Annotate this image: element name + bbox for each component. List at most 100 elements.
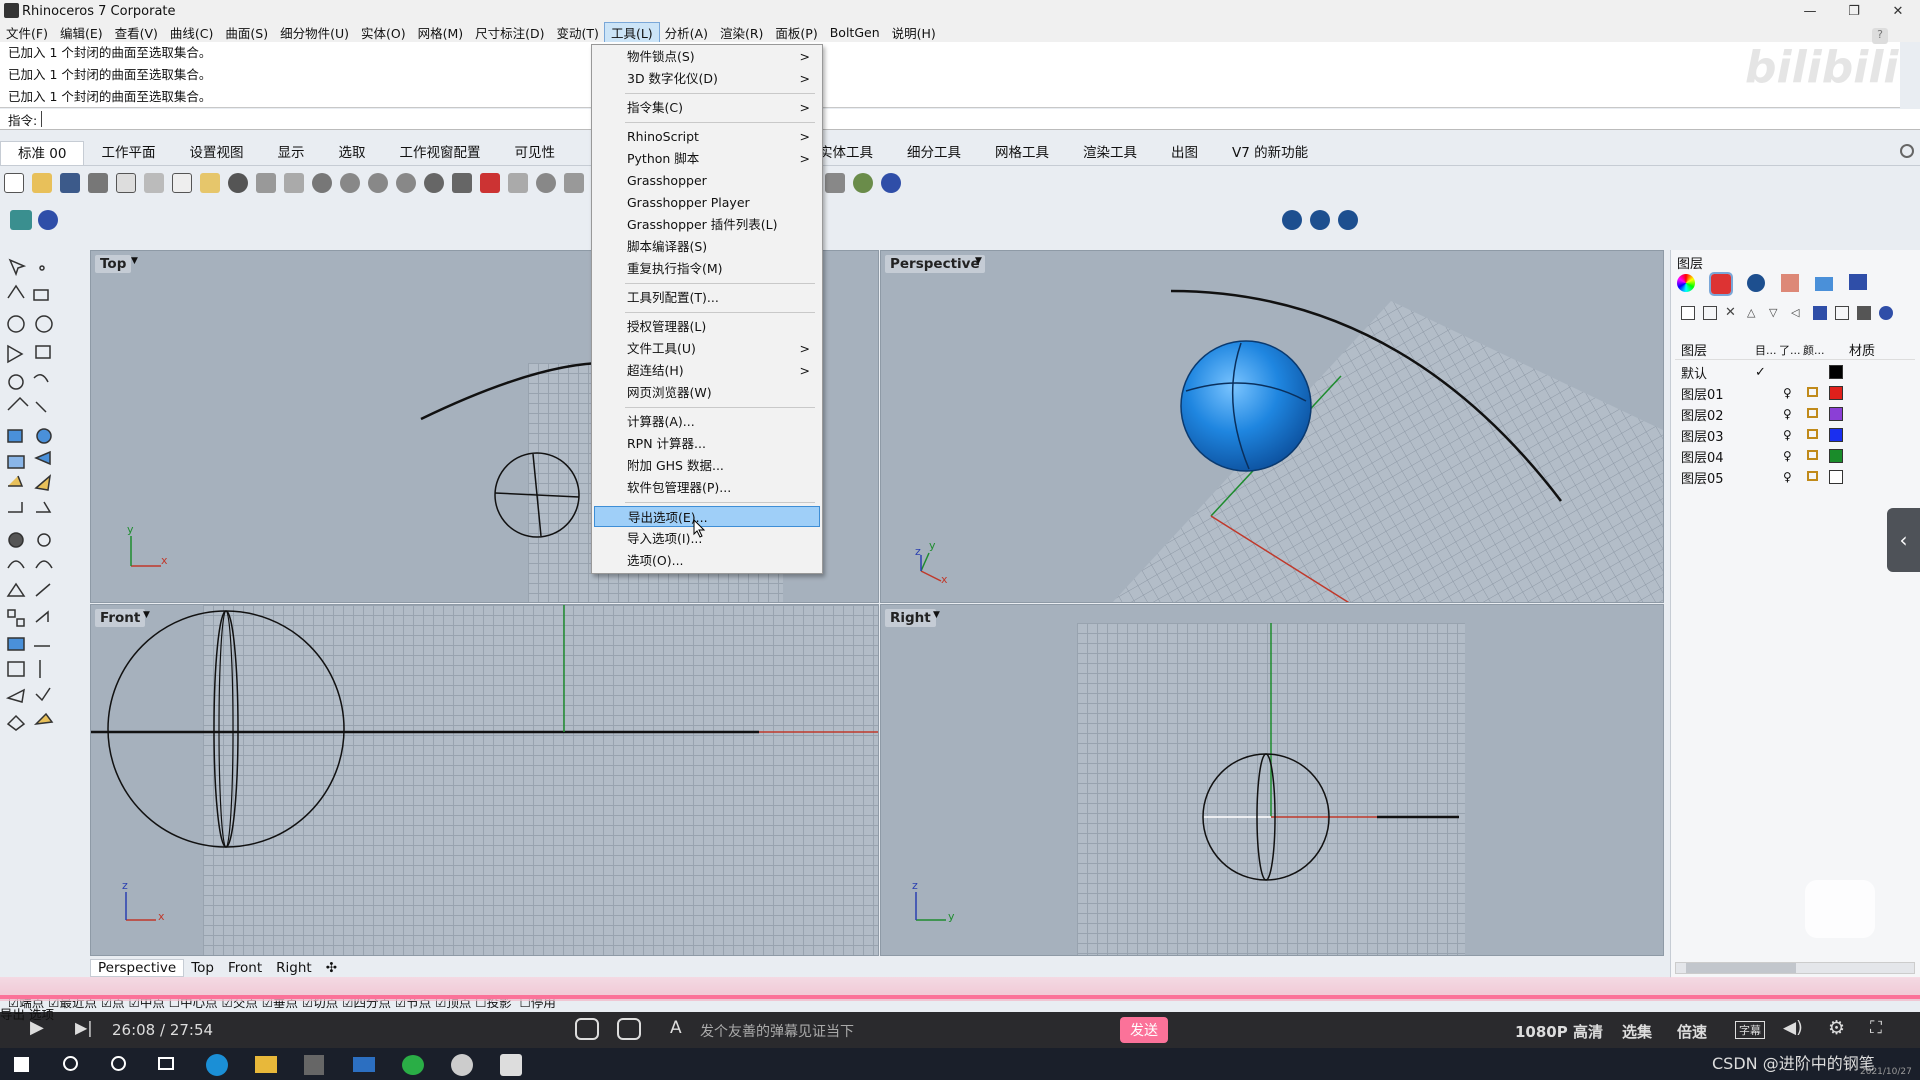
layer-color-swatch[interactable] [1829,428,1843,442]
tab-display[interactable]: 显示 [260,141,321,165]
vptab-top[interactable]: Top [184,960,221,976]
danmaku-toggle-icon[interactable] [575,1018,599,1040]
lock-icon[interactable] [1807,408,1818,418]
delete-layer-icon[interactable]: ✕ [1725,306,1739,320]
tab-set-view[interactable]: 设置视图 [172,141,260,165]
layer-column-name[interactable]: 图层 [1675,340,1755,359]
menu-view[interactable]: 查看(V) [109,23,164,42]
layer-copy-icon[interactable] [1835,306,1849,320]
command-line[interactable]: 指令: [0,109,1920,130]
layer-color-swatch[interactable] [1829,470,1843,484]
menu-item-package-manager[interactable]: 软件包管理器(P)... [594,477,820,498]
maximize-button[interactable]: ❐ [1832,0,1876,22]
edge-icon[interactable] [206,1054,228,1076]
viewport-front[interactable]: x z Front ▼ [90,604,879,956]
menu-item-attach-ghs-data[interactable]: 附加 GHS 数据... [594,455,820,476]
undo-icon[interactable] [228,173,248,193]
menu-item-grasshopper[interactable]: Grasshopper [594,170,820,191]
layer-color-swatch[interactable] [1829,365,1843,379]
player-settings-icon[interactable]: ⚙ [1828,1017,1845,1039]
save-icon[interactable] [60,173,80,193]
fullscreen-icon[interactable]: ⛶ [1870,1018,1882,1038]
render-icon[interactable] [1310,210,1330,230]
bulb-icon[interactable]: ♀ [1783,386,1792,400]
menu-edit[interactable]: 编辑(E) [54,23,109,42]
menu-transform[interactable]: 变动(T) [551,23,605,42]
vptab-right[interactable]: Right [269,960,319,976]
rotate-view-icon[interactable] [284,173,304,193]
grid-snap-icon[interactable] [508,173,528,193]
menu-item-web-browser[interactable]: 网页浏览器(W) [594,382,820,403]
current-check-icon[interactable]: ✓ [1755,365,1775,380]
four-viewports-icon[interactable] [452,173,472,193]
menu-item-toolbar-layout[interactable]: 工具列配置(T)... [594,287,820,308]
chevron-down-icon[interactable]: ▼ [131,256,138,266]
wechat-icon[interactable] [402,1055,424,1075]
menu-surface[interactable]: 曲面(S) [219,23,274,42]
menu-item-object-snap[interactable]: 物件锁点(S) > [594,46,820,67]
layer-row[interactable]: 默认 ✓ [1675,362,1915,382]
zoom-extents-icon[interactable] [368,173,388,193]
tools-icon[interactable] [1857,306,1871,320]
menu-item-grasshopper-plugins[interactable]: Grasshopper 插件列表(L) [594,214,820,235]
menu-item-file-utilities[interactable]: 文件工具(U) > [594,338,820,359]
video-progress-bar[interactable] [0,995,1920,999]
modeling-tools-icons[interactable] [0,250,60,760]
cplane-icon[interactable] [536,173,556,193]
layer-column-lock[interactable]: 颜... [1803,342,1827,358]
search-icon[interactable] [63,1056,78,1071]
dimension-icon[interactable] [825,173,845,193]
layer-row[interactable]: 图层02 [1675,404,1915,424]
layer-row[interactable]: 图层01 [1675,383,1915,403]
menu-boltgen[interactable]: BoltGen [824,25,886,40]
viewport-label-perspective[interactable]: Perspective [885,255,985,273]
color-wheel-icon[interactable] [1677,274,1695,292]
tab-viewport-layout[interactable]: 工作视窗配置 [382,141,497,165]
menu-mesh[interactable]: 网格(M) [412,23,470,42]
tab-select[interactable]: 选取 [321,141,382,165]
move-left-icon[interactable]: ◁ [1791,306,1805,320]
menu-help[interactable]: 说明(H) [886,23,942,42]
menu-item-grasshopper-player[interactable]: Grasshopper Player [594,192,820,213]
pan-icon[interactable] [256,173,276,193]
menu-tools[interactable]: 工具(L) [603,21,660,43]
menu-panels[interactable]: 面板(P) [769,23,823,42]
layer-color-swatch[interactable] [1829,407,1843,421]
new-sublayer-icon[interactable] [1703,306,1717,320]
danmaku-style-icon[interactable]: A [670,1018,682,1038]
store-icon[interactable] [304,1055,324,1075]
bulb-icon[interactable]: ♀ [1783,470,1792,484]
collapse-side-panel-button[interactable]: ‹ [1887,508,1920,572]
layer-tool-icon[interactable] [10,210,32,230]
paste-icon[interactable] [200,173,220,193]
layer-row[interactable]: 图层05 [1675,467,1915,487]
zoom-selected-icon[interactable] [396,173,416,193]
tab-subd-tools[interactable]: 细分工具 [890,141,978,165]
folder-tab-icon[interactable] [1815,277,1833,291]
menu-item-3d-digitizer[interactable]: 3D 数字化仪(D) > [594,68,820,89]
menu-render[interactable]: 渲染(R) [714,23,769,42]
viewport-label-front[interactable]: Front [95,609,146,627]
help-blue-icon[interactable] [38,210,58,230]
lock-icon[interactable] [1807,450,1818,460]
layer-color-swatch[interactable] [1829,449,1843,463]
new-file-icon[interactable] [4,173,24,193]
layer-color-swatch[interactable] [1829,386,1843,400]
bulb-icon[interactable]: ♀ [1783,449,1792,463]
menu-item-rhinoscript[interactable]: RhinoScript > [594,126,820,147]
next-icon[interactable]: ▶| [75,1018,93,1037]
new-layer-icon[interactable] [1681,306,1695,320]
layer-column-material[interactable]: 材质 [1849,340,1875,359]
render-tab-icon[interactable] [1747,274,1765,292]
render-preview-icon[interactable] [1282,210,1302,230]
send-danmaku-button[interactable]: 发送 [1120,1017,1168,1043]
mail-icon[interactable] [353,1057,375,1072]
vptab-front[interactable]: Front [221,960,269,976]
tab-drafting[interactable]: 出图 [1154,141,1215,165]
print-icon[interactable] [88,173,108,193]
display-tab-icon[interactable] [1849,274,1867,290]
menu-subd[interactable]: 细分物件(U) [274,23,355,42]
close-button[interactable]: ✕ [1876,0,1920,22]
menu-analyze[interactable]: 分析(A) [659,23,714,42]
rhino-taskbar-icon[interactable] [500,1054,522,1076]
